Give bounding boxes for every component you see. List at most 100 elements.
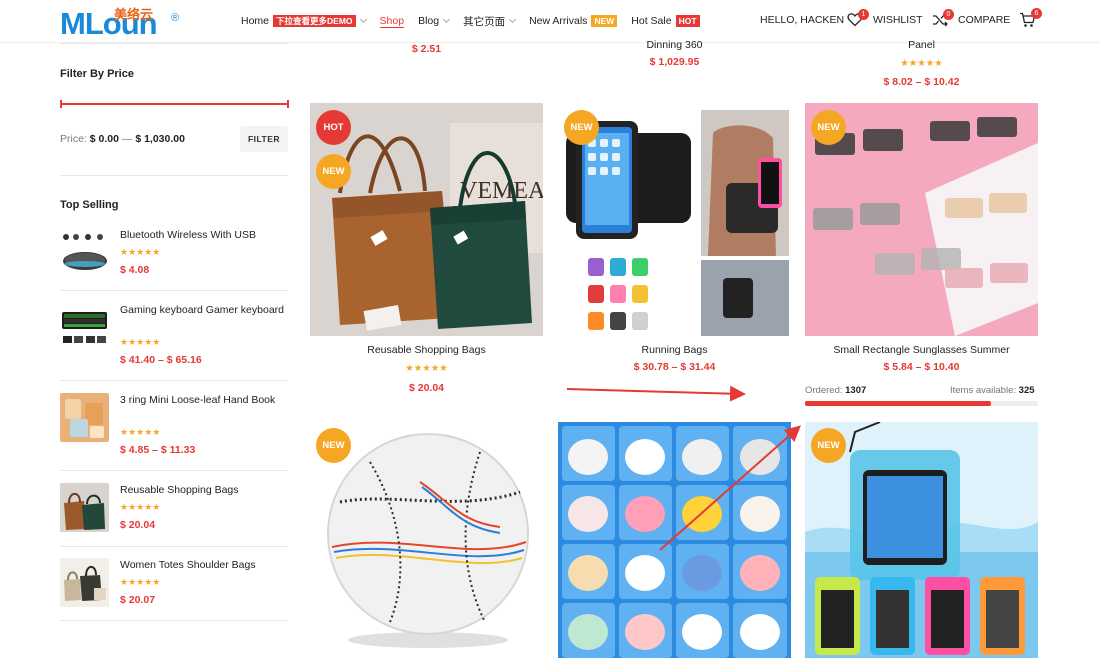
new-badge: NEW [811, 110, 846, 145]
price-range-track [60, 103, 289, 105]
top-selling-price: $ 4.08 [120, 264, 150, 276]
annotation-arrow [566, 385, 746, 402]
product-name[interactable]: Running Bags [558, 344, 791, 356]
filter-button[interactable]: FILTER [240, 126, 288, 152]
top-selling-price: $ 20.04 [120, 519, 156, 531]
nav-item-new-arrivals[interactable]: New Arrivals NEW [529, 15, 618, 27]
compare-count-badge: 0 [943, 9, 954, 20]
wishlist-count-badge: 1 [858, 9, 869, 20]
ordered-label: Ordered: [805, 385, 843, 396]
new-badge: NEW [564, 110, 599, 145]
price-separator: — [121, 133, 133, 145]
top-selling-name[interactable]: Women Totes Shoulder Bags [120, 558, 285, 573]
rating-stars: ★★★★★ [120, 502, 161, 512]
product-price: $ 30.78 – $ 31.44 [633, 361, 716, 373]
svg-text:VEMEA: VEMEA [460, 178, 543, 204]
product-thumbnail[interactable] [60, 483, 109, 532]
rating-stars: ★★★★★ [120, 247, 161, 257]
sidebar-divider [60, 380, 288, 381]
chevron-down-icon [359, 15, 367, 24]
sidebar-divider [60, 290, 288, 291]
logo-cn-text: 美络云 [114, 7, 154, 22]
nav-label: Home [241, 15, 270, 27]
main-nav: Home 下拉查看更多DEMO Shop Blog 其它页面 New Arriv… [241, 13, 714, 29]
chevron-down-icon [509, 15, 517, 24]
price-min-value: $ 0.00 [89, 133, 119, 145]
product-price: $ 1,029.95 [649, 56, 700, 68]
nav-item-hot-sale[interactable]: Hot Sale HOT [631, 15, 700, 27]
top-selling-item[interactable]: Reusable Shopping Bags ★★★★★ $ 20.04 [60, 483, 288, 543]
product-thumbnail[interactable] [60, 303, 109, 352]
available-label: Items available: [950, 385, 1017, 396]
nav-demo-tag: 下拉查看更多DEMO [273, 15, 356, 27]
product-name[interactable]: Dinning 360 [558, 39, 791, 51]
product-name[interactable]: Small Rectangle Sunglasses Summer [805, 344, 1038, 356]
sidebar-divider [60, 175, 288, 176]
nav-item-blog[interactable]: Blog [418, 15, 451, 27]
product-name[interactable]: Panel [805, 39, 1038, 51]
price-max-value: $ 1,030.00 [135, 133, 185, 145]
compare-link[interactable]: 0 COMPARE [932, 9, 1011, 30]
available-value: 325 [1018, 385, 1035, 396]
nav-hot-tag: HOT [675, 15, 700, 27]
nav-item-home[interactable]: Home 下拉查看更多DEMO [241, 15, 367, 27]
new-badge: NEW [811, 428, 846, 463]
nav-label: Hot Sale [631, 15, 672, 27]
product-image[interactable] [558, 422, 791, 658]
top-selling-item[interactable]: Women Totes Shoulder Bags ★★★★★ $ 20.07 [60, 558, 288, 618]
top-selling-name[interactable]: 3 ring Mini Loose-leaf Hand Book [120, 393, 285, 408]
product-price: $ 20.04 [408, 382, 445, 394]
nav-item-other-pages[interactable]: 其它页面 [463, 14, 517, 29]
product-thumbnail[interactable] [60, 228, 109, 277]
user-greeting[interactable]: HELLO, HACKEN [760, 14, 844, 26]
top-selling-name[interactable]: Reusable Shopping Bags [120, 483, 285, 498]
cart-link[interactable]: 6 [1019, 8, 1043, 30]
items-available: Items available: 325 [950, 385, 1035, 396]
ordered-count: Ordered: 1307 [805, 385, 866, 396]
nav-label: 其它页面 [463, 15, 506, 28]
top-selling-name[interactable]: Bluetooth Wireless With USB [120, 228, 285, 243]
wishlist-link[interactable]: 1 WISHLIST [847, 9, 923, 30]
top-selling-item[interactable]: 3 ring Mini Loose-leaf Hand Book ★★★★★ $… [60, 393, 288, 463]
product-price: $ 5.84 – $ 10.40 [883, 361, 960, 373]
ordered-value: 1307 [845, 385, 867, 396]
chevron-down-icon [443, 15, 451, 24]
price-max-handle[interactable] [287, 100, 289, 108]
price-min-handle[interactable] [60, 100, 62, 108]
top-selling-title: Top Selling [60, 199, 119, 211]
price-range-readout: Price: $ 0.00 — $ 1,030.00 [60, 133, 185, 145]
top-selling-name[interactable]: Gaming keyboard Gamer keyboard [120, 303, 285, 318]
site-header: MLoun 美络云 ® Home 下拉查看更多DEMO Shop Blog 其它… [0, 0, 1100, 43]
product-price: $ 8.02 – $ 10.42 [883, 76, 960, 88]
site-logo[interactable]: MLoun 美络云 ® [60, 4, 185, 41]
rating-stars: ★★★★★ [900, 58, 943, 69]
nav-label: Blog [418, 15, 440, 27]
top-selling-item[interactable]: Bluetooth Wireless With USB ★★★★★ $ 4.08 [60, 228, 288, 288]
top-selling-price: $ 41.40 – $ 65.16 [120, 354, 202, 366]
product-thumbnail[interactable] [60, 393, 109, 442]
top-selling-price: $ 20.07 [120, 594, 156, 606]
stock-progress-fill [805, 401, 992, 406]
stock-progress-bar [805, 401, 1038, 406]
rating-stars: ★★★★★ [120, 337, 161, 347]
cart-count-badge: 6 [1031, 8, 1042, 19]
product-thumbnail[interactable] [60, 558, 109, 607]
filter-by-price-title: Filter By Price [60, 68, 134, 80]
rating-stars: ★★★★★ [120, 427, 161, 437]
logo-registered-mark: ® [171, 12, 180, 24]
sidebar-divider [60, 546, 288, 547]
product-name[interactable]: Reusable Shopping Bags [310, 344, 543, 356]
compare-label: COMPARE [958, 14, 1011, 26]
top-selling-price: $ 4.85 – $ 11.33 [120, 444, 196, 456]
new-badge: NEW [316, 154, 351, 189]
sidebar-divider [60, 43, 288, 44]
top-selling-item[interactable]: Gaming keyboard Gamer keyboard ★★★★★ $ 4… [60, 303, 288, 373]
new-badge: NEW [316, 428, 351, 463]
price-range-slider[interactable] [60, 100, 289, 108]
nav-label: Shop [379, 14, 405, 27]
sidebar-divider [60, 620, 288, 621]
nav-item-shop[interactable]: Shop [379, 14, 405, 28]
rating-stars: ★★★★★ [405, 363, 448, 374]
sidebar-divider [60, 470, 288, 471]
product-price: $ 2.51 [411, 43, 442, 55]
